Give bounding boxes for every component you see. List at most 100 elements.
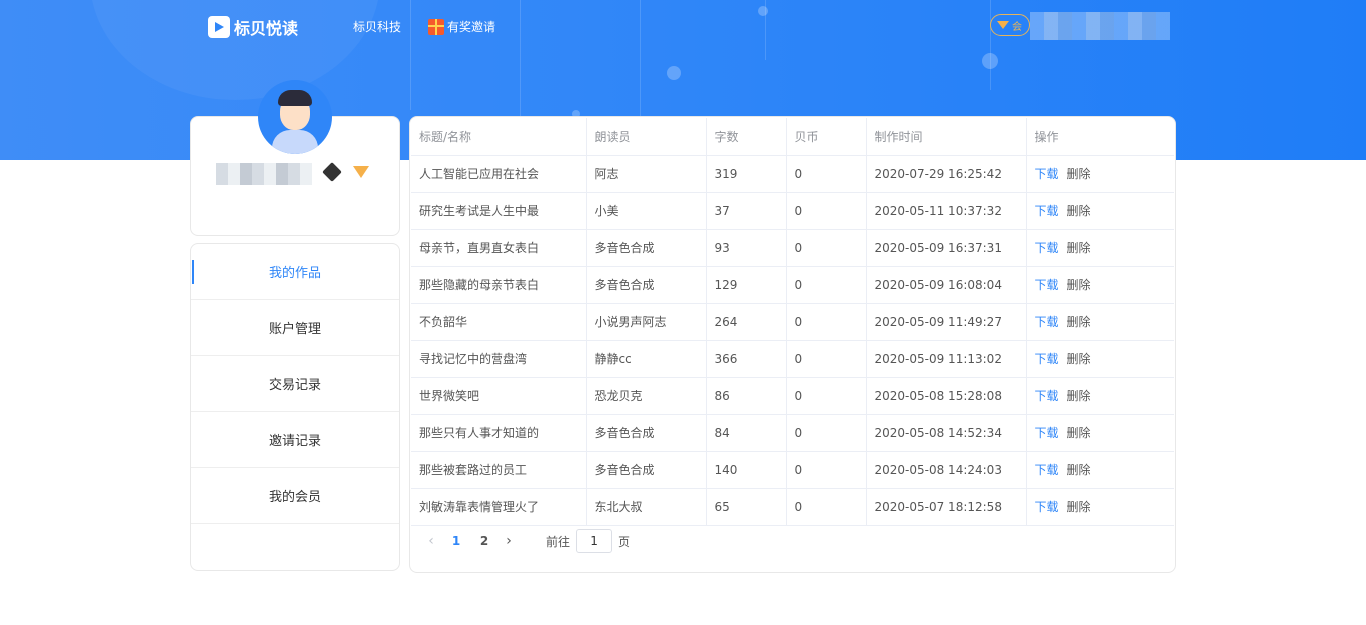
cell-coins: 0 (786, 155, 867, 193)
sidebar-item-transactions[interactable]: 交易记录 (191, 356, 399, 412)
next-page-chevron-icon[interactable]: › (498, 533, 520, 549)
prev-page-chevron-icon[interactable]: ‹ (420, 533, 442, 549)
nav-link-company[interactable]: 标贝科技 (353, 18, 401, 35)
vip-diamond-icon (353, 166, 369, 178)
cell-word-count: 84 (706, 414, 787, 452)
cell-actions: 下载 删除 (1026, 266, 1174, 304)
cell-word-count: 93 (706, 229, 787, 267)
nav-link-invite[interactable]: 有奖邀请 (428, 18, 495, 35)
cell-created-time: 2020-05-09 11:49:27 (866, 303, 1027, 341)
cell-title: 那些隐藏的母亲节表白 (411, 266, 587, 304)
cell-word-count: 319 (706, 155, 787, 193)
avatar[interactable] (258, 80, 332, 154)
sidebar-menu: 我的作品 账户管理 交易记录 邀请记录 我的会员 (190, 243, 400, 571)
table-row: 研究生考试是人生中最 小美 37 0 2020-05-11 10:37:32 下载 删除 (411, 192, 1174, 230)
cell-reader: 多音色合成 (586, 266, 707, 304)
cell-word-count: 37 (706, 192, 787, 230)
cell-reader: 小美 (586, 192, 707, 230)
table-row: 世界微笑吧 恐龙贝克 86 0 2020-05-08 15:28:08 下载 删除 (411, 377, 1174, 415)
download-link[interactable]: 下载 (1035, 278, 1059, 292)
download-link[interactable]: 下载 (1035, 500, 1059, 514)
sidebar-item-invitations[interactable]: 邀请记录 (191, 412, 399, 468)
cell-reader: 东北大叔 (586, 488, 707, 526)
download-link[interactable]: 下载 (1035, 241, 1059, 255)
delete-link[interactable]: 删除 (1067, 167, 1091, 181)
download-link[interactable]: 下载 (1035, 389, 1059, 403)
goto-prefix: 前往 (546, 534, 571, 549)
cell-title: 母亲节，直男直女表白 (411, 229, 587, 267)
pagination: ‹ 1 2 › 前往 页 (420, 529, 630, 553)
cell-coins: 0 (786, 229, 867, 267)
cell-title: 寻找记忆中的营盘湾 (411, 340, 587, 378)
delete-link[interactable]: 删除 (1067, 204, 1091, 218)
cell-reader: 静静cc (586, 340, 707, 378)
vip-chip[interactable]: 会 (990, 14, 1030, 36)
vip-chip-label: 会 (1012, 21, 1022, 33)
user-name-redacted[interactable] (1030, 12, 1170, 40)
table-row: 不负韶华 小说男声阿志 264 0 2020-05-09 11:49:27 下载 删除 (411, 303, 1174, 341)
cell-title: 那些被套路过的员工 (411, 451, 587, 489)
download-link[interactable]: 下载 (1035, 315, 1059, 329)
delete-link[interactable]: 删除 (1067, 241, 1091, 255)
goto-page: 前往 页 (546, 529, 630, 553)
delete-link[interactable]: 删除 (1067, 463, 1091, 477)
cell-word-count: 65 (706, 488, 787, 526)
cell-reader: 多音色合成 (586, 229, 707, 267)
cell-title: 不负韶华 (411, 303, 587, 341)
column-header-coins: 贝币 (786, 118, 867, 156)
cell-actions: 下载 删除 (1026, 155, 1174, 193)
cell-created-time: 2020-05-09 11:13:02 (866, 340, 1027, 378)
cell-actions: 下载 删除 (1026, 377, 1174, 415)
cell-created-time: 2020-05-08 14:24:03 (866, 451, 1027, 489)
goto-page-input[interactable] (576, 529, 613, 553)
cell-word-count: 366 (706, 340, 787, 378)
column-header-actions: 操作 (1026, 118, 1174, 156)
cell-actions: 下载 删除 (1026, 414, 1174, 452)
avatar-body (272, 130, 318, 154)
goto-suffix: 页 (618, 534, 631, 549)
cell-reader: 恐龙贝克 (586, 377, 707, 415)
cell-reader: 多音色合成 (586, 414, 707, 452)
gift-icon (428, 18, 444, 35)
works-panel: 标题/名称 朗读员 字数 贝币 制作时间 操作 人工智能已应用在社会 阿志 319 0… (409, 116, 1176, 573)
download-link[interactable]: 下载 (1035, 204, 1059, 218)
page-number-2[interactable]: 2 (470, 534, 498, 548)
page-number-1[interactable]: 1 (442, 534, 470, 548)
cell-reader: 多音色合成 (586, 451, 707, 489)
cell-title: 人工智能已应用在社会 (411, 155, 587, 193)
cell-actions: 下载 删除 (1026, 488, 1174, 526)
delete-link[interactable]: 删除 (1067, 389, 1091, 403)
delete-link[interactable]: 删除 (1067, 500, 1091, 514)
sidebar-item-my-works[interactable]: 我的作品 (191, 244, 399, 300)
delete-link[interactable]: 删除 (1067, 315, 1091, 329)
cell-word-count: 140 (706, 451, 787, 489)
cell-reader: 小说男声阿志 (586, 303, 707, 341)
cell-title: 那些只有人事才知道的 (411, 414, 587, 452)
banner-decoration (667, 66, 681, 80)
cell-word-count: 264 (706, 303, 787, 341)
cell-created-time: 2020-05-09 16:08:04 (866, 266, 1027, 304)
table-row: 寻找记忆中的营盘湾 静静cc 366 0 2020-05-09 11:13:02 下载 删除 (411, 340, 1174, 378)
brand-name: 标贝悦读 (234, 19, 299, 38)
cell-word-count: 129 (706, 266, 787, 304)
download-link[interactable]: 下载 (1035, 426, 1059, 440)
cell-coins: 0 (786, 266, 867, 304)
cell-coins: 0 (786, 303, 867, 341)
delete-link[interactable]: 删除 (1067, 426, 1091, 440)
cell-actions: 下载 删除 (1026, 303, 1174, 341)
download-link[interactable]: 下载 (1035, 352, 1059, 366)
top-nav: 标贝悦读 标贝科技 有奖邀请 会 (0, 0, 1366, 52)
sidebar-item-account[interactable]: 账户管理 (191, 300, 399, 356)
delete-link[interactable]: 删除 (1067, 278, 1091, 292)
banner-decoration (982, 53, 998, 69)
brand-logo[interactable]: 标贝悦读 (208, 15, 298, 39)
logo-icon (208, 16, 230, 38)
cell-coins: 0 (786, 488, 867, 526)
cell-title: 刘敏涛靠表情管理火了 (411, 488, 587, 526)
cell-actions: 下载 删除 (1026, 229, 1174, 267)
download-link[interactable]: 下载 (1035, 463, 1059, 477)
cell-created-time: 2020-05-07 18:12:58 (866, 488, 1027, 526)
sidebar-item-membership[interactable]: 我的会员 (191, 468, 399, 524)
download-link[interactable]: 下载 (1035, 167, 1059, 181)
delete-link[interactable]: 删除 (1067, 352, 1091, 366)
